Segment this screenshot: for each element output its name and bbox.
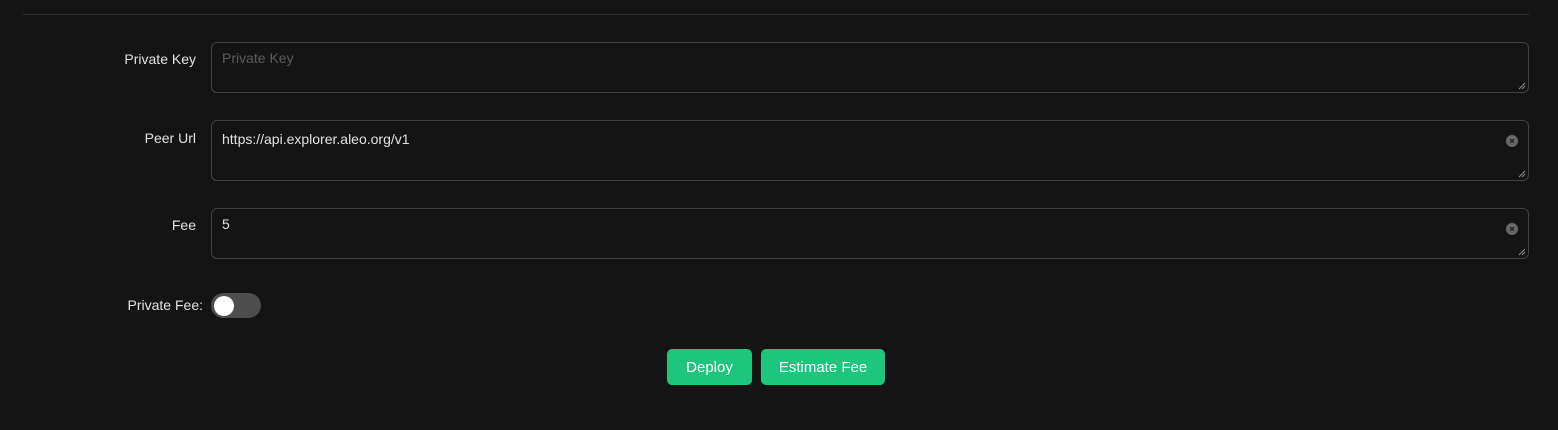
resize-handle-icon[interactable] [1518, 170, 1526, 178]
private-key-label: Private Key [124, 51, 196, 67]
clear-icon[interactable]: × [1506, 135, 1518, 147]
private-fee-label: Private Fee: [128, 297, 203, 313]
fee-field-wrapper: 5 × [211, 208, 1529, 259]
private-key-input[interactable] [212, 43, 1528, 92]
clear-icon[interactable]: × [1506, 223, 1518, 235]
private-fee-label-text: Private Fee [127, 297, 200, 313]
deploy-form: Private Key Peer Url https://api.explore… [0, 0, 1558, 430]
toggle-knob [214, 295, 234, 316]
fee-input[interactable]: 5 [212, 209, 1528, 258]
peer-url-field-wrapper: https://api.explorer.aleo.org/v1 × [211, 120, 1529, 181]
deploy-button[interactable]: Deploy [667, 349, 752, 385]
peer-url-label: Peer Url [144, 130, 196, 146]
label-colon: : [199, 297, 203, 313]
fee-label: Fee [171, 217, 196, 233]
resize-handle-icon[interactable] [1518, 82, 1526, 90]
section-divider [23, 14, 1529, 15]
peer-url-input[interactable]: https://api.explorer.aleo.org/v1 [212, 121, 1528, 180]
resize-handle-icon[interactable] [1518, 248, 1526, 256]
private-key-field-wrapper [211, 42, 1529, 93]
estimate-fee-button[interactable]: Estimate Fee [761, 349, 885, 385]
private-fee-toggle[interactable] [211, 293, 261, 318]
